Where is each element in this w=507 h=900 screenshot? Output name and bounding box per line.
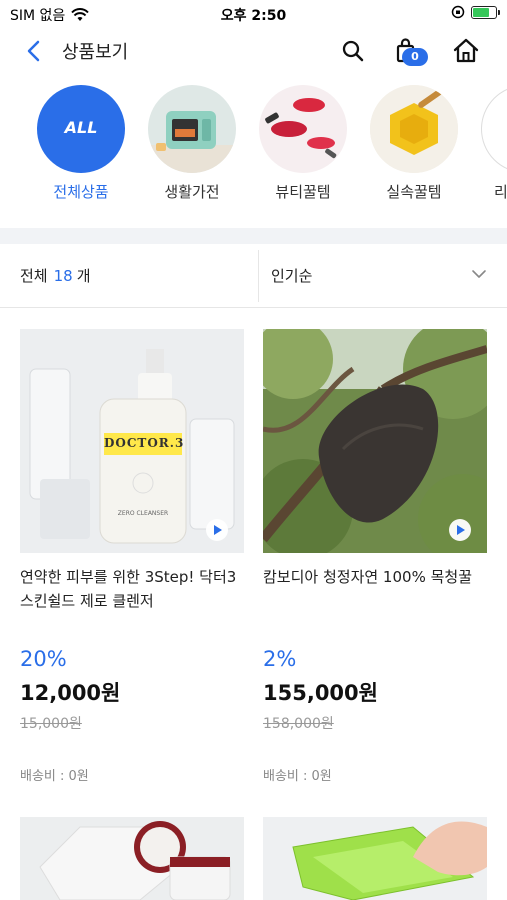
category-value-image	[370, 85, 458, 173]
section-divider	[0, 228, 507, 244]
category-all-badge: ALL	[64, 118, 98, 137]
category-all-circle: ALL	[37, 85, 125, 173]
count-value: 18	[53, 267, 73, 285]
back-button[interactable]	[20, 36, 50, 66]
product-price: 155,000원	[263, 681, 378, 705]
product-shipping: 배송비 : 0원	[20, 769, 89, 784]
category-beauty-image	[259, 85, 347, 173]
category-appliances-image	[148, 85, 236, 173]
category-more-image	[481, 85, 507, 173]
chevron-down-icon[interactable]	[471, 266, 487, 282]
search-button[interactable]	[338, 36, 368, 66]
category-beauty[interactable]: 뷰티꿀템	[258, 85, 348, 202]
battery-cap	[498, 9, 500, 15]
air-fryer-image	[148, 111, 236, 173]
status-bar: SIM 없음 오후 2:50	[0, 0, 507, 28]
category-label: 생활가전	[164, 183, 220, 201]
category-carousel[interactable]: ALL 전체상품 생활가전 뷰티꿀템 실속꿀템 리	[0, 85, 507, 210]
lips-image	[265, 98, 337, 159]
page-title: 상품보기	[62, 42, 129, 63]
product-name: 연약한 피부를 위한 3Step! 닥터3 스킨쉴드 제로 클렌저	[20, 568, 237, 610]
product-card[interactable]: 캄보디아 청정자연 100% 목청꿀 2% 155,000원 158,000원 …	[263, 329, 487, 784]
category-all[interactable]: ALL 전체상품	[36, 85, 126, 202]
product-name: 캄보디아 청정자연 100% 목청꿀	[263, 568, 472, 586]
play-icon[interactable]	[449, 519, 471, 541]
count-unit: 개	[76, 267, 91, 285]
filter-divider	[258, 250, 259, 302]
cream-jars-image	[20, 817, 244, 900]
battery-icon	[471, 5, 500, 19]
category-appliances[interactable]: 생활가전	[147, 85, 237, 202]
product-price: 12,000원	[20, 681, 121, 705]
category-label: 실속꿀템	[386, 183, 442, 201]
category-label: 리	[494, 183, 507, 201]
product-discount: 20%	[20, 647, 67, 671]
product-card[interactable]	[20, 817, 244, 900]
category-more[interactable]: 리	[480, 85, 507, 202]
product-image[interactable]	[20, 817, 244, 900]
cart-count-badge: 0	[402, 48, 428, 66]
product-shipping: 배송비 : 0원	[263, 769, 332, 784]
product-original-price: 15,000원	[20, 716, 82, 732]
product-discount: 2%	[263, 647, 297, 671]
honeycomb-image	[370, 85, 458, 173]
product-image[interactable]	[263, 329, 487, 553]
search-icon	[342, 40, 364, 62]
back-chevron-icon	[27, 40, 40, 62]
navigation-bar: 상품보기	[0, 30, 507, 72]
sort-dropdown-label[interactable]: 인기순	[271, 265, 312, 286]
product-card[interactable]	[263, 817, 487, 900]
status-right	[451, 5, 500, 19]
product-image-subtext: ZERO CLEANSER	[117, 510, 169, 517]
product-card[interactable]: DOCTOR.3 ZERO CLEANSER 연약한 피부를 위한 3Step!…	[20, 329, 244, 784]
filter-bar: 전체 18 개 인기순	[0, 244, 507, 308]
home-button[interactable]	[451, 36, 481, 66]
beehive-tree-image	[263, 329, 487, 553]
category-label: 전체상품	[53, 183, 109, 201]
status-time: 오후 2:50	[220, 8, 287, 24]
product-count: 전체 18 개	[20, 265, 91, 286]
orientation-lock-icon	[451, 5, 465, 19]
product-original-price: 158,000원	[263, 716, 334, 732]
battery-fill	[473, 7, 489, 17]
product-image[interactable]: DOCTOR.3 ZERO CLEANSER	[20, 329, 244, 553]
count-prefix: 전체	[20, 267, 48, 285]
home-icon	[453, 38, 479, 63]
product-image-brand: DOCTOR.3	[104, 436, 185, 450]
play-icon[interactable]	[206, 519, 228, 541]
lunchbox-image	[263, 817, 487, 900]
category-value[interactable]: 실속꿀템	[369, 85, 459, 202]
product-image[interactable]	[263, 817, 487, 900]
category-label: 뷰티꿀템	[275, 183, 331, 201]
